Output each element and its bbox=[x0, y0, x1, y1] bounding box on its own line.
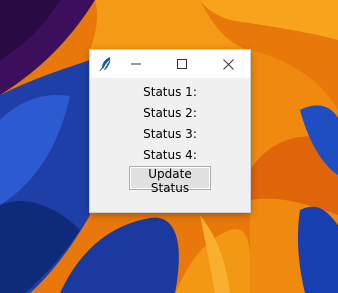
maximize-button[interactable] bbox=[159, 50, 205, 78]
maximize-icon bbox=[177, 59, 187, 69]
status-1-label: Status 1: bbox=[143, 85, 197, 99]
status-4-label: Status 4: bbox=[143, 148, 197, 162]
minimize-icon bbox=[131, 63, 141, 65]
close-button[interactable] bbox=[205, 50, 251, 78]
close-icon bbox=[222, 58, 234, 70]
update-status-button[interactable]: Update Status bbox=[129, 166, 211, 195]
title-bar[interactable] bbox=[90, 50, 250, 78]
status-2-label: Status 2: bbox=[143, 106, 197, 120]
status-3-label: Status 3: bbox=[143, 127, 197, 141]
window-content: Status 1: Status 2: Status 3: Status 4: … bbox=[90, 78, 250, 212]
minimize-button[interactable] bbox=[113, 50, 159, 78]
app-window: Status 1: Status 2: Status 3: Status 4: … bbox=[90, 50, 250, 212]
feather-icon bbox=[99, 56, 113, 72]
